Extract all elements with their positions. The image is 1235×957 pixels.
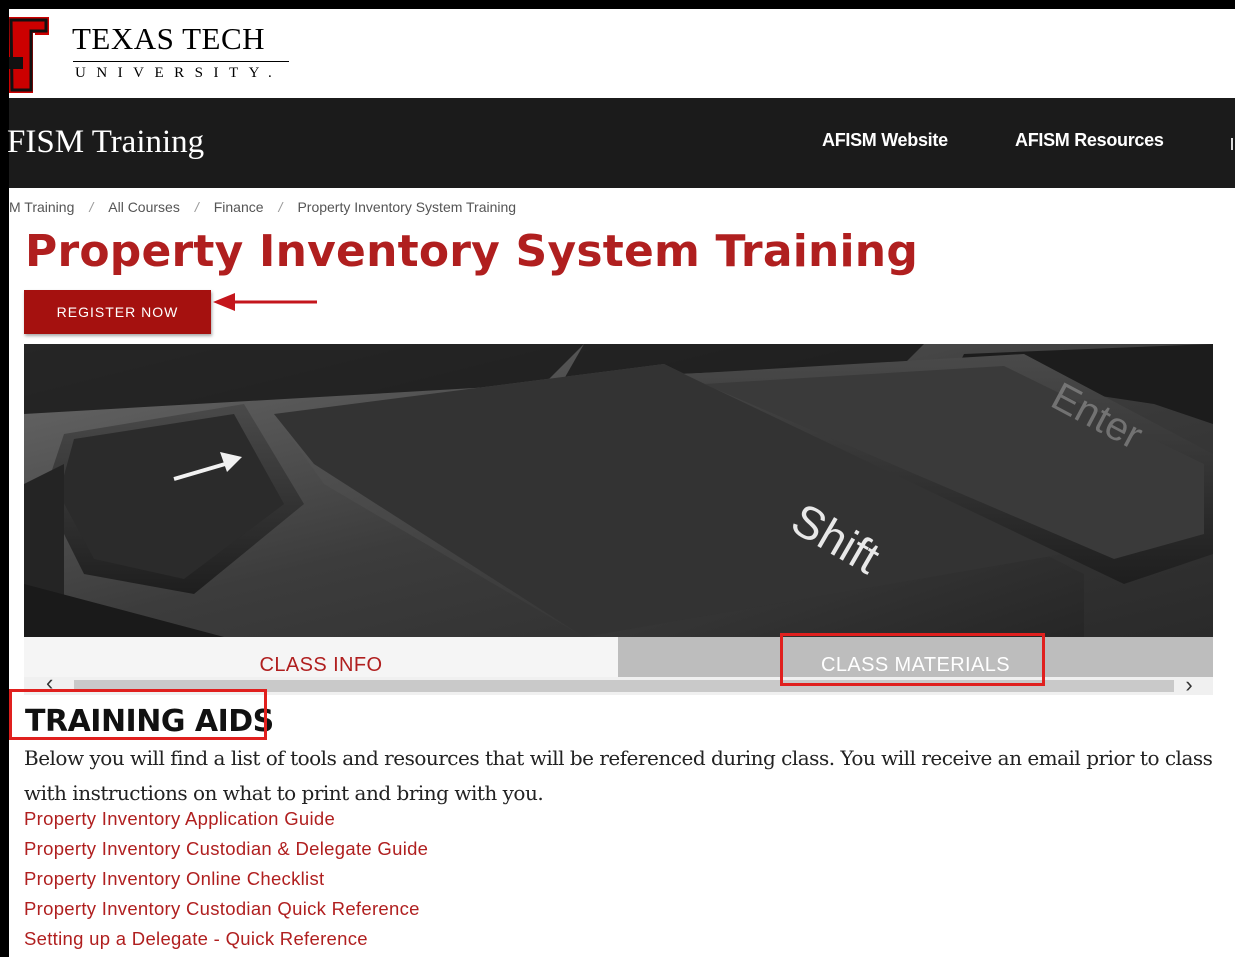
- annotation-arrow-icon: [213, 293, 317, 311]
- hero-keyboard-image: Shift Enter: [24, 344, 1213, 637]
- site-title[interactable]: FISM Training: [7, 124, 204, 161]
- site-navbar: FISM Training AFISM Website AFISM Resour…: [7, 98, 1235, 188]
- breadcrumb-item-current: Property Inventory System Training: [297, 199, 517, 215]
- university-header: TEXAS TECH UNIVERSITY.: [9, 9, 1235, 98]
- frame-top-border: [0, 0, 1235, 9]
- annotation-box-training-aids: [9, 689, 267, 740]
- breadcrumb-separator: /: [194, 199, 199, 215]
- section-intro: Below you will find a list of tools and …: [24, 746, 1213, 805]
- annotation-box-class-materials: [780, 633, 1045, 686]
- tab-class-info[interactable]: CLASS INFO: [24, 637, 618, 677]
- breadcrumb-item-training[interactable]: M Training: [9, 199, 74, 215]
- training-aid-link[interactable]: Property Inventory Custodian & Delegate …: [24, 838, 428, 868]
- nav-link-afism-resources[interactable]: AFISM Resources: [1015, 130, 1164, 151]
- training-aid-link[interactable]: Property Inventory Application Guide: [24, 808, 428, 838]
- training-aids-list: Property Inventory Application Guide Pro…: [24, 808, 428, 957]
- breadcrumb-separator: /: [278, 199, 283, 215]
- training-aid-link[interactable]: Property Inventory Online Checklist: [24, 868, 428, 898]
- nav-overflow-edge: [1231, 138, 1233, 150]
- double-t-logo-icon[interactable]: [9, 17, 49, 93]
- main-content: M Training / All Courses / Finance / Property …: [9, 188, 1235, 957]
- nav-link-afism-website[interactable]: AFISM Website: [822, 130, 948, 151]
- training-aid-link[interactable]: Setting up a Delegate - Quick Reference: [24, 928, 428, 957]
- breadcrumb: M Training / All Courses / Finance / Property …: [9, 199, 516, 215]
- page-title: Property Inventory System Training: [25, 226, 919, 277]
- breadcrumb-separator: /: [89, 199, 94, 215]
- scroll-right-arrow-icon[interactable]: ›: [1174, 672, 1204, 698]
- tab-class-info-label: CLASS INFO: [259, 654, 383, 676]
- breadcrumb-item-all-courses[interactable]: All Courses: [108, 199, 180, 215]
- breadcrumb-item-finance[interactable]: Finance: [214, 199, 264, 215]
- university-name: TEXAS TECH: [72, 21, 266, 56]
- logo-divider: [73, 61, 289, 62]
- register-now-button[interactable]: REGISTER NOW: [24, 290, 211, 334]
- university-subtitle: UNIVERSITY.: [75, 65, 283, 81]
- training-aid-link[interactable]: Property Inventory Custodian Quick Refer…: [24, 898, 428, 928]
